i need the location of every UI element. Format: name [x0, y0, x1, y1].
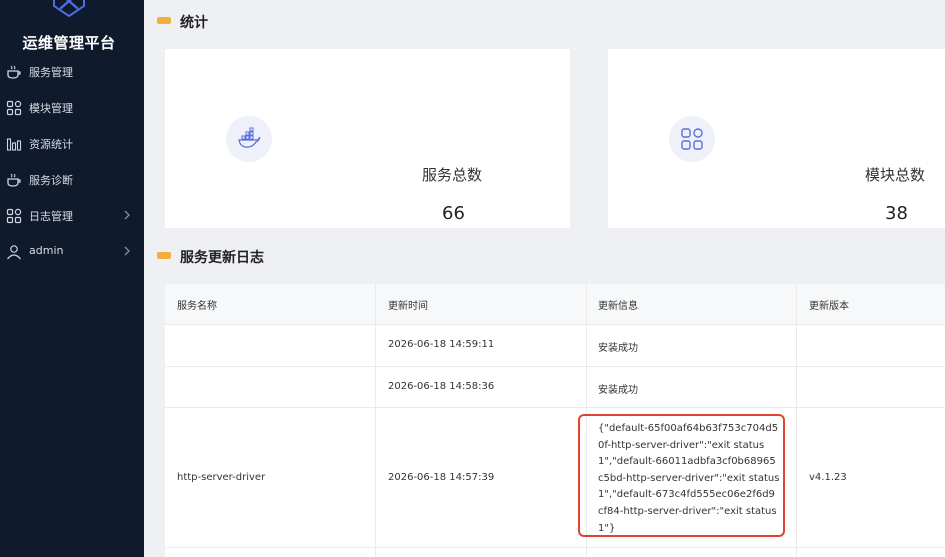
stat-card-modules: 模块总数 38 — [608, 49, 945, 228]
sidebar-item-label: 日志管理 — [29, 210, 73, 223]
app-title: 运维管理平台 — [22, 34, 116, 52]
column-header-update-info[interactable]: 更新信息 — [598, 297, 638, 312]
chevron-right-icon — [124, 246, 130, 256]
sidebar-item-module-management[interactable]: 模块管理 — [0, 90, 144, 126]
sidebar-item-service-diagnosis[interactable]: 服务诊断 — [0, 162, 144, 198]
grid-icon — [6, 208, 22, 224]
grid-icon — [669, 116, 715, 162]
bar-chart-icon — [6, 138, 22, 151]
tools-icon — [53, 0, 85, 18]
sidebar: 运维管理平台 服务管理 模块管理 资源统计 服务诊断 日志管理 admin — [0, 0, 144, 557]
stat-label: 服务总数 — [422, 166, 483, 184]
cell-update-version: v4.1.23 — [809, 472, 847, 483]
sidebar-item-resource-stats[interactable]: 资源统计 — [0, 126, 144, 162]
chevron-right-icon — [124, 210, 130, 220]
section-title: 服务更新日志 — [180, 250, 264, 266]
docker-icon — [226, 116, 272, 162]
sidebar-item-admin[interactable]: admin — [0, 234, 144, 270]
cell-update-info: 安装成功 — [598, 385, 638, 396]
cell-update-info: 安装成功 — [598, 343, 638, 354]
user-icon — [7, 245, 21, 260]
stat-value: 38 — [885, 203, 908, 224]
stat-label: 模块总数 — [865, 166, 926, 184]
row-divider — [165, 366, 945, 367]
column-divider — [375, 284, 376, 557]
stat-card-services: 服务总数 66 — [165, 49, 570, 228]
service-icon — [7, 65, 21, 79]
sidebar-item-label: 服务管理 — [29, 66, 73, 79]
cell-service-name: http-server-driver — [177, 472, 266, 483]
row-divider — [165, 407, 945, 408]
sidebar-item-label: admin — [29, 244, 64, 257]
section-marker — [157, 17, 171, 24]
cell-update-time: 2026-06-18 14:58:36 — [388, 381, 495, 392]
sidebar-item-service-management[interactable]: 服务管理 — [0, 54, 144, 90]
cell-update-time: 2026-06-18 14:57:39 — [388, 472, 495, 483]
sidebar-item-log-management[interactable]: 日志管理 — [0, 198, 144, 234]
sidebar-item-label: 服务诊断 — [29, 174, 73, 187]
highlight-annotation — [578, 414, 785, 537]
stat-value: 66 — [442, 203, 465, 224]
sidebar-item-label: 模块管理 — [29, 102, 73, 115]
grid-icon — [6, 100, 22, 116]
section-title: 统计 — [180, 15, 208, 31]
sidebar-item-label: 资源统计 — [29, 138, 73, 151]
table-header: 服务名称 更新时间 更新信息 更新版本 — [165, 284, 945, 325]
column-header-update-time[interactable]: 更新时间 — [388, 297, 428, 312]
cell-update-time: 2026-06-18 14:59:11 — [388, 339, 495, 350]
row-divider — [165, 547, 945, 548]
logo: 运维管理平台 — [0, 0, 144, 58]
section-marker — [157, 252, 171, 259]
update-log-table: 服务名称 更新时间 更新信息 更新版本 2026-06-18 14:59:11 … — [165, 284, 945, 557]
column-header-service-name[interactable]: 服务名称 — [177, 297, 217, 312]
column-divider — [796, 284, 797, 557]
service-icon — [7, 173, 21, 187]
column-header-update-version[interactable]: 更新版本 — [809, 297, 849, 312]
